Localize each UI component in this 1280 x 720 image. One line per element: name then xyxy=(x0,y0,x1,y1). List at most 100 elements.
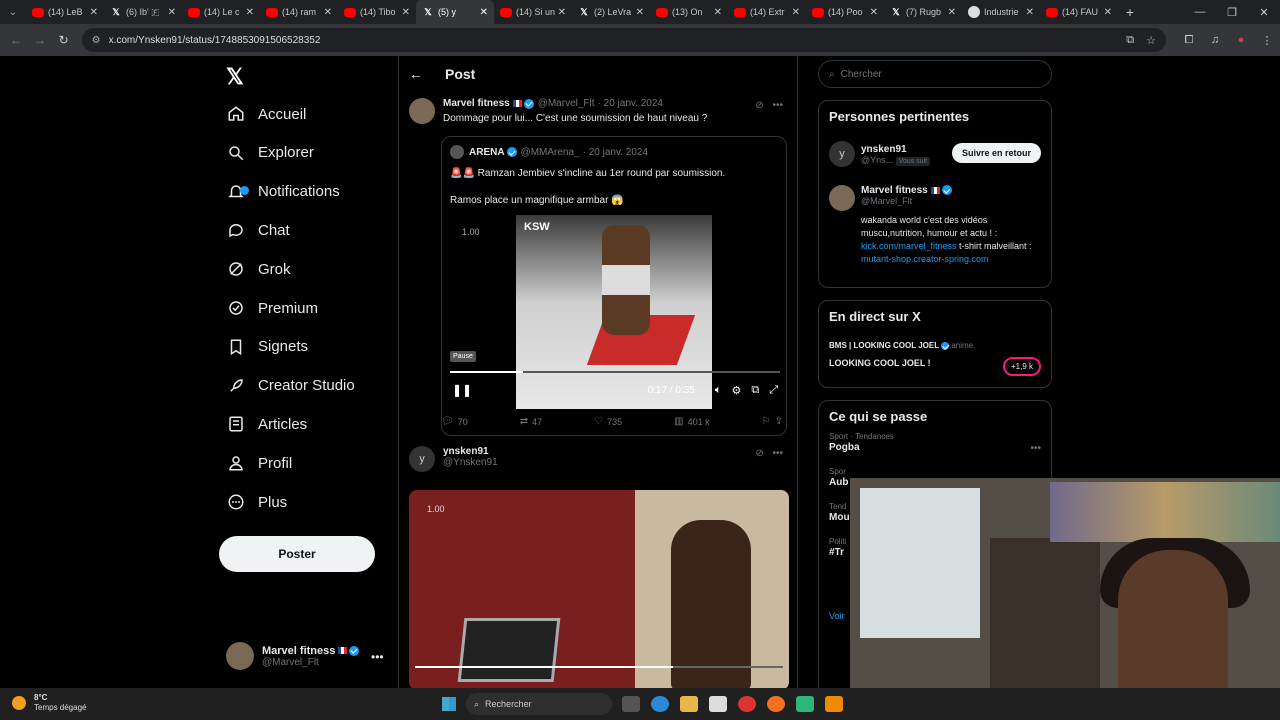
sidebar-item-premium[interactable]: Premium xyxy=(226,293,318,323)
views-button[interactable]: ▥ 401 k xyxy=(674,416,709,427)
media-icon[interactable]: ♫ xyxy=(1202,34,1228,47)
task-view-icon[interactable] xyxy=(622,696,640,712)
menu-icon[interactable]: ⋮ xyxy=(1254,34,1280,47)
pip-icon[interactable]: ⧉ xyxy=(751,384,759,397)
repost-button[interactable]: ⇄ 47 xyxy=(520,416,542,427)
sidebar-item-profil[interactable]: Profil xyxy=(226,448,292,478)
close-tab-icon[interactable]: ✕ xyxy=(636,7,644,18)
close-tab-icon[interactable]: ✕ xyxy=(1104,7,1112,18)
browser-tab[interactable]: (14) LeB ✕ xyxy=(26,0,104,24)
close-tab-icon[interactable]: ✕ xyxy=(558,7,566,18)
browser-tab[interactable]: 𝕏 (6) Ib' 🇫 ✕ xyxy=(104,0,182,24)
tweet-author-handle[interactable]: @Ynsken91 xyxy=(443,457,789,468)
minimize-icon[interactable]: — xyxy=(1184,0,1216,24)
browser-tab[interactable]: (14) FAU ✕ xyxy=(1040,0,1118,24)
profile-icon[interactable]: ● xyxy=(1228,34,1254,47)
browser-tab[interactable]: (14) Le c ✕ xyxy=(182,0,260,24)
video-progress-bar[interactable] xyxy=(415,666,783,668)
sidebar-item-creator-studio[interactable]: Creator Studio xyxy=(226,371,355,401)
taskbar-search[interactable]: ⌕ Rechercher xyxy=(466,693,612,715)
pause-icon[interactable]: ❚❚ xyxy=(452,383,472,397)
new-tab-button[interactable]: + xyxy=(1118,4,1142,20)
browser-tab[interactable]: 𝕏 (2) LeVra ✕ xyxy=(572,0,650,24)
close-tab-icon[interactable]: ✕ xyxy=(90,7,98,18)
sidebar-item-explorer[interactable]: Explorer xyxy=(226,138,314,168)
post-button[interactable]: Poster xyxy=(219,536,375,572)
back-icon[interactable]: ← xyxy=(4,33,28,47)
browser-tab[interactable]: 𝕏 (5) y ✕ xyxy=(416,0,494,24)
avatar[interactable]: y xyxy=(409,446,435,472)
account-switcher[interactable]: Marvel fitness @Marvel_Flt ••• xyxy=(226,642,386,670)
settings-icon[interactable]: ⚙ xyxy=(731,384,741,397)
playback-speed[interactable]: 1.00 xyxy=(427,504,445,514)
video-progress-bar[interactable] xyxy=(450,371,780,373)
bio-link-shop[interactable]: mutant-shop.creator-spring.com xyxy=(861,254,989,264)
sidebar-item-articles[interactable]: Articles xyxy=(226,409,307,439)
show-more-link[interactable]: Voir xyxy=(829,611,845,621)
like-button[interactable]: ♡ 735 xyxy=(594,416,622,427)
live-space[interactable]: BMS | LOOKING COOL JOEL anime. LOOKING C… xyxy=(829,341,975,368)
weather-widget[interactable]: 8°C Temps dégagé xyxy=(12,693,86,712)
vlc-icon[interactable] xyxy=(825,696,843,712)
avatar[interactable] xyxy=(409,98,435,124)
close-tab-icon[interactable]: ✕ xyxy=(480,7,488,18)
store-icon[interactable] xyxy=(709,696,727,712)
more-icon[interactable]: ••• xyxy=(772,448,783,459)
tweet-date[interactable]: · 20 janv. 2024 xyxy=(598,98,663,109)
forward-icon[interactable]: → xyxy=(28,33,52,47)
quoted-tweet[interactable]: ARENA @MMArena_ · 20 janv. 2024 🚨🚨 Ramza… xyxy=(441,136,787,436)
bio-link-kick[interactable]: kick.com/marvel_fitness xyxy=(861,241,957,251)
close-window-icon[interactable]: ✕ xyxy=(1248,0,1280,24)
tweet-author-name[interactable]: Marvel fitness xyxy=(443,98,510,109)
volume-icon[interactable]: 🔈︎ xyxy=(715,384,722,397)
browser-tab[interactable]: Industrie ✕ xyxy=(962,0,1040,24)
edge-icon[interactable] xyxy=(651,696,669,712)
maximize-icon[interactable]: ❐ xyxy=(1216,0,1248,24)
trend-item[interactable]: Sport · Tendances Pogba xyxy=(819,432,1051,459)
close-tab-icon[interactable]: ✕ xyxy=(402,7,410,18)
folder-icon[interactable] xyxy=(680,696,698,712)
app-icon[interactable] xyxy=(796,696,814,712)
reload-icon[interactable]: ↻ xyxy=(52,33,76,47)
person-row[interactable]: Marvel fitness @Marvel_Flt wakanda world… xyxy=(829,185,1039,266)
close-tab-icon[interactable]: ✕ xyxy=(948,7,956,18)
live-listeners[interactable]: +1,9 k xyxy=(1002,357,1041,376)
close-tab-icon[interactable]: ✕ xyxy=(246,7,254,18)
video-player[interactable]: KSW 1.00 Pause ❚❚ 0:17 / 0:35 🔈︎ ⚙ ⧉ ⤢ xyxy=(446,215,784,409)
search-input[interactable]: ⌕ Chercher xyxy=(818,60,1052,88)
tweet[interactable]: y ynsken91 @Ynsken91 ⊘ ••• 1.00 xyxy=(409,446,789,688)
grok-icon[interactable]: ⊘ xyxy=(755,448,763,459)
sidebar-item-accueil[interactable]: Accueil xyxy=(226,99,306,129)
cast-icon[interactable]: ⧉ xyxy=(1126,34,1134,47)
sidebar-item-notifications[interactable]: Notifications xyxy=(226,177,340,207)
more-icon[interactable]: ••• xyxy=(1030,443,1041,454)
address-bar[interactable]: ⚙ x.com/Ynsken91/status/1748853091506528… xyxy=(81,28,1166,52)
close-tab-icon[interactable]: ✕ xyxy=(1026,7,1034,18)
fullscreen-icon[interactable]: ⤢ xyxy=(769,384,778,397)
close-tab-icon[interactable]: ✕ xyxy=(714,7,722,18)
sidebar-item-grok[interactable]: Grok xyxy=(226,254,291,284)
browser-tab[interactable]: (14) Extr ✕ xyxy=(728,0,806,24)
browser-tab[interactable]: 𝕏 (7) Rugb ✕ xyxy=(884,0,962,24)
x-logo-icon[interactable]: 𝕏 xyxy=(226,64,244,90)
more-icon[interactable]: ••• xyxy=(772,100,783,111)
video-player[interactable]: 1.00 xyxy=(409,490,789,688)
sidebar-item-plus[interactable]: Plus xyxy=(226,487,287,517)
close-tab-icon[interactable]: ✕ xyxy=(324,7,332,18)
windows-start-icon[interactable] xyxy=(442,697,456,711)
tweet-author-handle[interactable]: @Marvel_Flt xyxy=(538,98,595,109)
close-tab-icon[interactable]: ✕ xyxy=(792,7,800,18)
tweet-author-name[interactable]: ynsken91 xyxy=(443,446,489,457)
reply-button[interactable]: 💬︎ 70 xyxy=(441,416,468,427)
firefox-icon[interactable] xyxy=(767,696,785,712)
browser-tab[interactable]: (13) On ✕ xyxy=(650,0,728,24)
chrome-icon[interactable] xyxy=(738,696,756,712)
close-tab-icon[interactable]: ✕ xyxy=(168,7,176,18)
more-icon[interactable]: ••• xyxy=(371,650,384,664)
grok-icon[interactable]: ⊘ xyxy=(755,100,763,111)
playback-speed[interactable]: 1.00 xyxy=(462,227,480,237)
extensions-icon[interactable]: ⧠ xyxy=(1176,34,1202,47)
bookmark-icon[interactable]: ⚐ xyxy=(762,416,771,427)
person-row[interactable]: y ynsken91 @Yns... Vous suit xyxy=(829,141,931,167)
back-arrow-icon[interactable]: ← xyxy=(409,66,423,82)
